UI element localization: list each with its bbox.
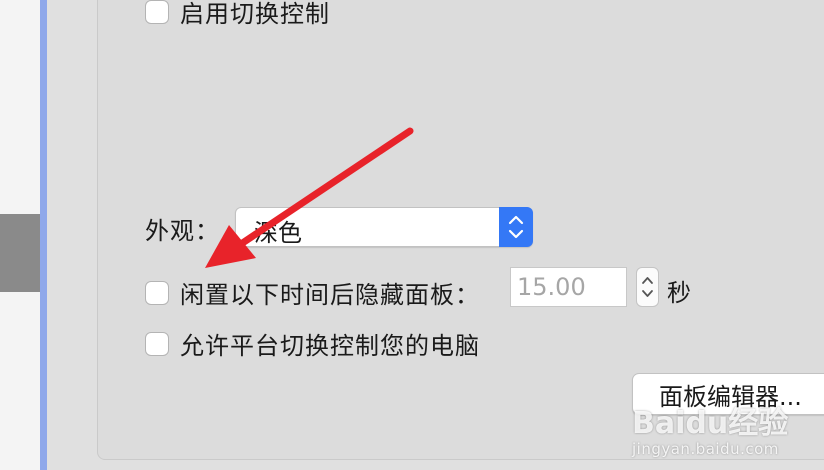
allow-platform-checkbox[interactable]	[145, 331, 169, 356]
hide-panel-checkbox[interactable]	[145, 280, 169, 305]
baidu-watermark: Baidu经验 jingyan.baidu.com	[632, 398, 822, 458]
hide-panel-seconds-field[interactable]: 15.00	[510, 267, 627, 307]
appearance-row: 外观：	[145, 211, 220, 246]
appearance-value: 深色	[254, 219, 302, 247]
allow-platform-row[interactable]: 允许平台切换控制您的电脑	[145, 326, 480, 361]
appearance-popup[interactable]: 深色	[235, 207, 533, 247]
allow-platform-label: 允许平台切换控制您的电脑	[180, 332, 480, 360]
enable-switch-control-row[interactable]: 启用切换控制	[145, 0, 330, 29]
appearance-label: 外观：	[145, 217, 220, 245]
baidu-logo: Baidu经验	[632, 406, 789, 441]
seconds-unit-row: 秒	[667, 273, 692, 308]
hide-panel-seconds-placeholder: 15.00	[517, 273, 586, 301]
hide-panel-row[interactable]: 闲置以下时间后隐藏面板：	[145, 275, 480, 310]
background-window-element	[0, 214, 40, 292]
enable-switch-control-label: 启用切换控制	[180, 0, 330, 28]
enable-switch-control-checkbox[interactable]	[145, 0, 169, 24]
watermark-url: jingyan.baidu.com	[632, 440, 779, 458]
stepper-chevron-icon	[642, 277, 653, 297]
seconds-unit-label: 秒	[667, 279, 692, 307]
hide-panel-label: 闲置以下时间后隐藏面板：	[180, 281, 480, 309]
seconds-stepper[interactable]	[636, 267, 659, 307]
sidebar-selection-edge	[40, 0, 47, 470]
updown-chevron-icon	[499, 207, 533, 247]
